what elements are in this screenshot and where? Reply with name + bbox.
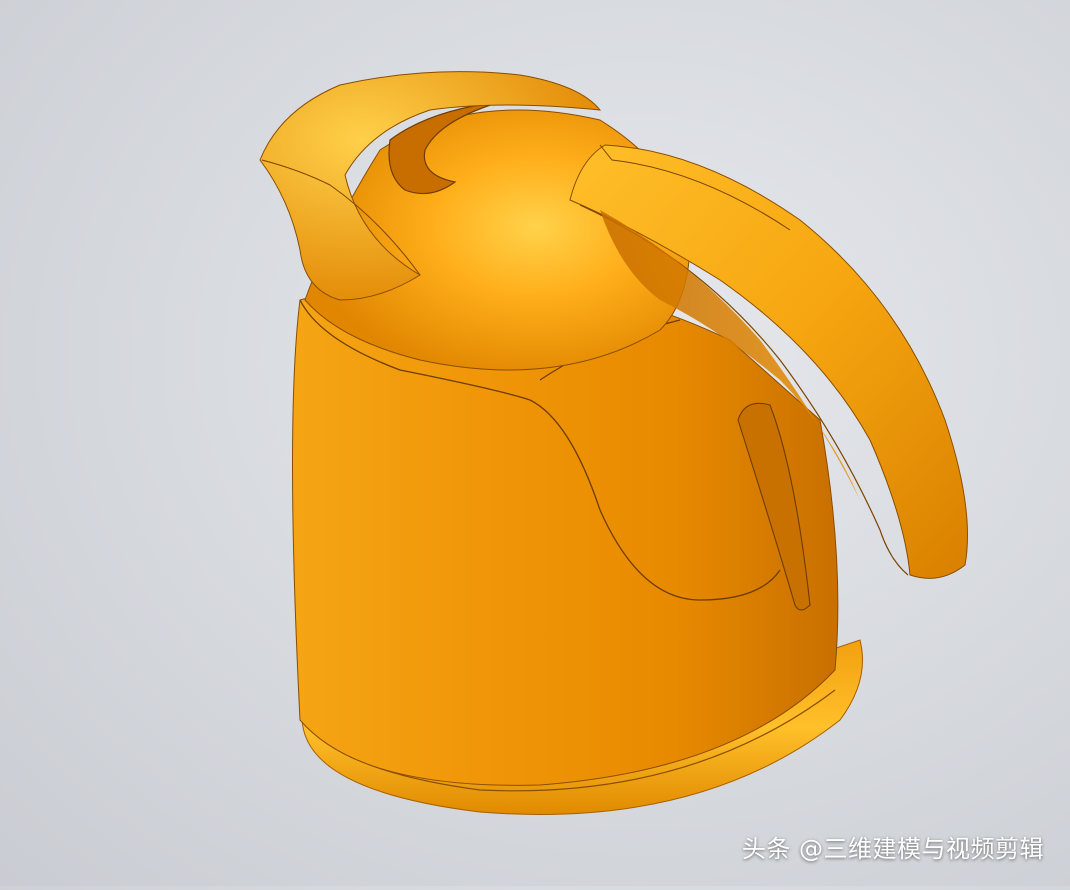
watermark-text: 头条 @三维建模与视频剪辑 <box>741 835 1044 863</box>
model-viewport: 头条 @三维建模与视频剪辑 <box>0 0 1070 886</box>
kettle-render <box>259 71 968 816</box>
